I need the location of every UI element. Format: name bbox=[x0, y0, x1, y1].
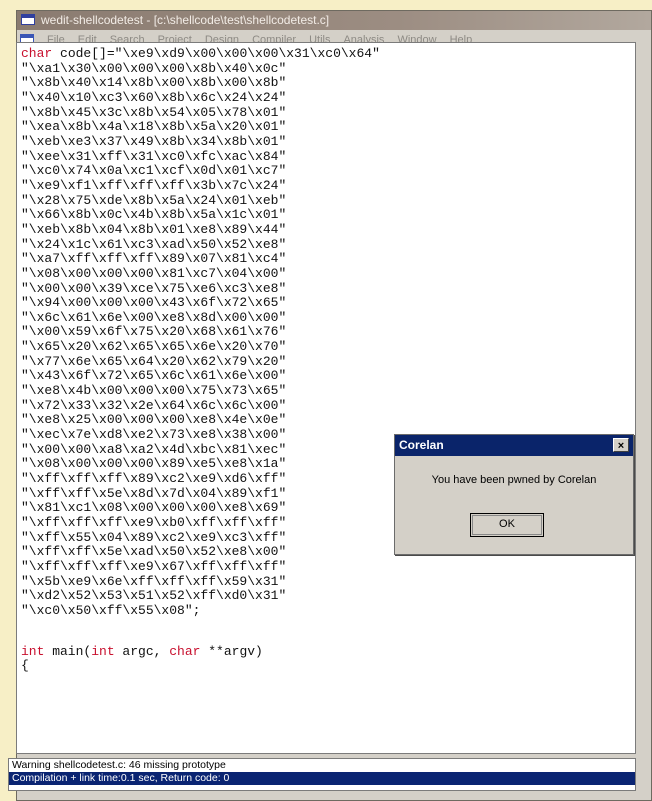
code-line: "\xff\xff\xff\xe9\xb0\xff\xff\xff" bbox=[21, 515, 287, 530]
code-line: "\x6c\x61\x6e\x00\xe8\x8d\x00\x00" bbox=[21, 309, 287, 325]
code-editor[interactable]: char code[]="\xe9\xd9\x00\x00\x00\x31\xc… bbox=[16, 42, 636, 754]
code-line: "\x28\x75\xde\x8b\x5a\x24\x01\xeb" bbox=[21, 192, 287, 208]
main-declaration[interactable]: int main(int argc, char **argv) { bbox=[17, 641, 635, 674]
code-keyword-int: int bbox=[91, 643, 115, 659]
code-brace: { bbox=[21, 658, 29, 674]
code-line: "\xa1\x30\x00\x00\x00\x8b\x40\x0c" bbox=[21, 60, 287, 76]
code-keyword-char: char bbox=[169, 643, 201, 659]
ok-button[interactable]: OK bbox=[470, 513, 544, 537]
code-line: "\xc0\x74\x0a\xc1\xcf\x0d\x01\xc7" bbox=[21, 163, 287, 179]
code-line: "\xff\x55\x04\x89\xc2\xe9\xc3\xff" bbox=[21, 529, 287, 545]
code-keyword-char: char bbox=[21, 46, 53, 61]
code-line: "\xc0\x50\xff\x55\x08"; bbox=[21, 602, 201, 618]
code-fragment: **argv) bbox=[200, 643, 263, 659]
code-line: "\x00\x00\xa8\xa2\x4d\xbc\x81\xec" bbox=[21, 441, 287, 457]
code-line: "\xeb\x8b\x04\x8b\x01\xe8\x89\x44" bbox=[21, 221, 287, 237]
warning-message[interactable]: Warning shellcodetest.c: 46 missing prot… bbox=[9, 759, 635, 772]
code-line: "\xff\xff\xff\xe9\x67\xff\xff\xff" bbox=[21, 558, 287, 574]
window-title: wedit-shellcodetest - [c:\shellcode\test… bbox=[41, 13, 330, 27]
code-line: "\x00\x00\x39\xce\x75\xe6\xc3\xe8" bbox=[21, 280, 287, 296]
code-keyword-int: int bbox=[21, 643, 45, 659]
dialog-title: Corelan bbox=[399, 438, 444, 452]
code-line: "\xec\x7e\xd8\xe2\x73\xe8\x38\x00" bbox=[21, 427, 287, 443]
code-fragment: main( bbox=[44, 643, 92, 659]
code-line: "\x66\x8b\x0c\x4b\x8b\x5a\x1c\x01" bbox=[21, 207, 287, 223]
dialog-title-bar[interactable]: Corelan × bbox=[395, 435, 633, 456]
code-line: "\x65\x20\x62\x65\x65\x6e\x20\x70" bbox=[21, 339, 287, 355]
code-line: "\xe8\x4b\x00\x00\x00\x75\x73\x65" bbox=[21, 383, 287, 399]
code-line: "\x5b\xe9\x6e\xff\xff\xff\x59\x31" bbox=[21, 573, 287, 589]
code-line: "\x08\x00\x00\x00\x89\xe5\xe8\x1a" bbox=[21, 456, 287, 472]
title-bar[interactable]: wedit-shellcodetest - [c:\shellcode\test… bbox=[17, 11, 651, 30]
message-box-dialog: Corelan × You have been pwned by Corelan… bbox=[394, 434, 634, 555]
code-line: "\xea\x8b\x4a\x18\x8b\x5a\x20\x01" bbox=[21, 119, 287, 135]
compile-status-message[interactable]: Compilation + link time:0.1 sec, Return … bbox=[9, 772, 635, 785]
code-fragment: argc, bbox=[114, 643, 170, 659]
code-line: "\x00\x59\x6f\x75\x20\x68\x61\x76" bbox=[21, 324, 287, 340]
dialog-message: You have been pwned by Corelan bbox=[431, 474, 597, 486]
code-line: "\xff\xff\xff\x89\xc2\xe9\xd6\xff" bbox=[21, 471, 287, 487]
code-line: "\x08\x00\x00\x00\x81\xc7\x04\x00" bbox=[21, 265, 287, 281]
close-icon[interactable]: × bbox=[613, 438, 629, 452]
code-line: "\x94\x00\x00\x00\x43\x6f\x72\x65" bbox=[21, 295, 287, 311]
code-line: code[]="\xe9\xd9\x00\x00\x00\x31\xc0\x64… bbox=[52, 46, 380, 61]
code-line: "\xa7\xff\xff\xff\x89\x07\x81\xc4" bbox=[21, 251, 287, 267]
code-line: "\xd2\x52\x53\x51\x52\xff\xd0\x31" bbox=[21, 588, 287, 604]
code-line: "\xe9\xf1\xff\xff\xff\x3b\x7c\x24" bbox=[21, 177, 287, 193]
code-line: "\xe8\x25\x00\x00\x00\xe8\x4e\x0e" bbox=[21, 412, 287, 428]
code-line: "\x24\x1c\x61\xc3\xad\x50\x52\xe8" bbox=[21, 236, 287, 252]
code-line: "\xeb\xe3\x37\x49\x8b\x34\x8b\x01" bbox=[21, 133, 287, 149]
code-line: "\x8b\x40\x14\x8b\x00\x8b\x00\x8b" bbox=[21, 75, 287, 91]
message-panel: Warning shellcodetest.c: 46 missing prot… bbox=[8, 758, 636, 791]
code-line: "\x8b\x45\x3c\x8b\x54\x05\x78\x01" bbox=[21, 104, 287, 120]
code-line: "\xee\x31\xff\x31\xc0\xfc\xac\x84" bbox=[21, 148, 287, 164]
code-line: "\x81\xc1\x08\x00\x00\x00\xe8\x69" bbox=[21, 500, 287, 516]
code-line: "\xff\xff\x5e\x8d\x7d\x04\x89\xf1" bbox=[21, 485, 287, 501]
code-line: "\xff\xff\x5e\xad\x50\x52\xe8\x00" bbox=[21, 544, 287, 560]
app-icon bbox=[21, 14, 35, 25]
code-line: "\x72\x33\x32\x2e\x64\x6c\x6c\x00" bbox=[21, 397, 287, 413]
code-line: "\x77\x6e\x65\x64\x20\x62\x79\x20" bbox=[21, 353, 287, 369]
code-line: "\x43\x6f\x72\x65\x6c\x61\x6e\x00" bbox=[21, 368, 287, 384]
code-line: "\x40\x10\xc3\x60\x8b\x6c\x24\x24" bbox=[21, 89, 287, 105]
